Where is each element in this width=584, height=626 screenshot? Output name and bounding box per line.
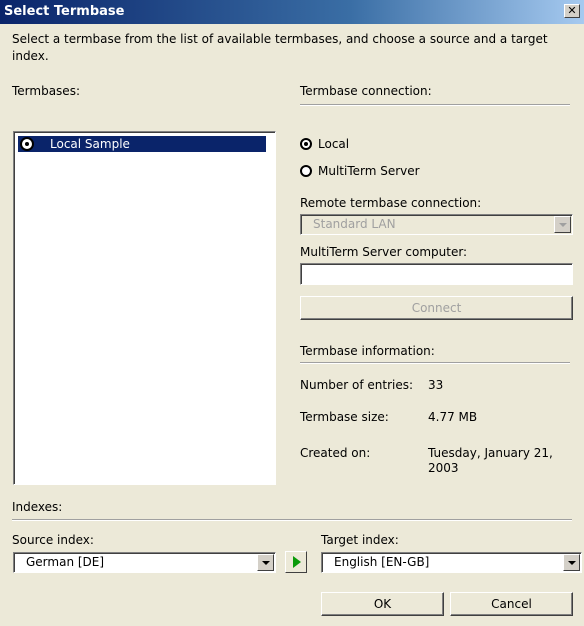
connect-button[interactable]: Connect	[300, 296, 573, 320]
created-value-line2: 2003	[428, 461, 459, 475]
entries-label: Number of entries:	[300, 378, 414, 392]
ok-button[interactable]: OK	[321, 592, 444, 616]
created-value-line1: Tuesday, January 21,	[428, 446, 553, 460]
info-divider	[300, 362, 570, 364]
source-index-label: Source index:	[12, 533, 94, 547]
info-label: Termbase information:	[300, 344, 435, 358]
selected-radio-icon	[20, 137, 34, 151]
close-button[interactable]: ✕	[564, 4, 580, 18]
server-computer-label: MultiTerm Server computer:	[300, 245, 468, 259]
chevron-down-icon[interactable]	[554, 216, 571, 233]
indexes-divider	[12, 519, 572, 521]
entries-value: 33	[428, 378, 444, 392]
chevron-down-icon[interactable]	[563, 554, 580, 571]
chevron-down-icon[interactable]	[257, 554, 274, 571]
intro-text: Select a termbase from the list of avail…	[12, 32, 548, 63]
source-index-select[interactable]: German [DE]	[13, 552, 276, 573]
connection-divider	[300, 104, 570, 106]
local-radio[interactable]: Local	[300, 137, 420, 153]
target-index-select[interactable]: English [EN-GB]	[321, 552, 582, 573]
remote-connection-select[interactable]: Standard LAN	[300, 214, 573, 235]
swap-index-button[interactable]	[285, 551, 307, 573]
remote-connection-value: Standard LAN	[313, 217, 396, 231]
size-value: 4.77 MB	[428, 410, 478, 424]
termbases-listbox[interactable]: Local Sample	[13, 131, 276, 485]
termbase-item-label: Local Sample	[50, 137, 130, 151]
server-radio[interactable]: MultiTerm Server	[300, 164, 460, 180]
termbase-item[interactable]: Local Sample	[18, 136, 266, 152]
local-radio-icon	[300, 138, 312, 150]
server-computer-input[interactable]	[300, 263, 573, 285]
close-icon: ✕	[567, 4, 577, 17]
target-index-label: Target index:	[321, 533, 399, 547]
connection-label: Termbase connection:	[300, 84, 432, 98]
indexes-label: Indexes:	[12, 500, 63, 514]
termbases-label: Termbases:	[12, 84, 80, 98]
server-radio-label: MultiTerm Server	[318, 164, 420, 178]
size-label: Termbase size:	[300, 410, 389, 424]
local-radio-label: Local	[318, 137, 350, 151]
server-radio-icon	[300, 165, 312, 177]
created-label: Created on:	[300, 446, 371, 460]
source-index-value: German [DE]	[26, 555, 105, 569]
cancel-button[interactable]: Cancel	[450, 592, 573, 616]
title-bar: Select Termbase ✕	[0, 0, 584, 24]
remote-connection-label: Remote termbase connection:	[300, 196, 482, 210]
window-title: Select Termbase	[4, 4, 125, 19]
target-index-value: English [EN-GB]	[334, 555, 430, 569]
